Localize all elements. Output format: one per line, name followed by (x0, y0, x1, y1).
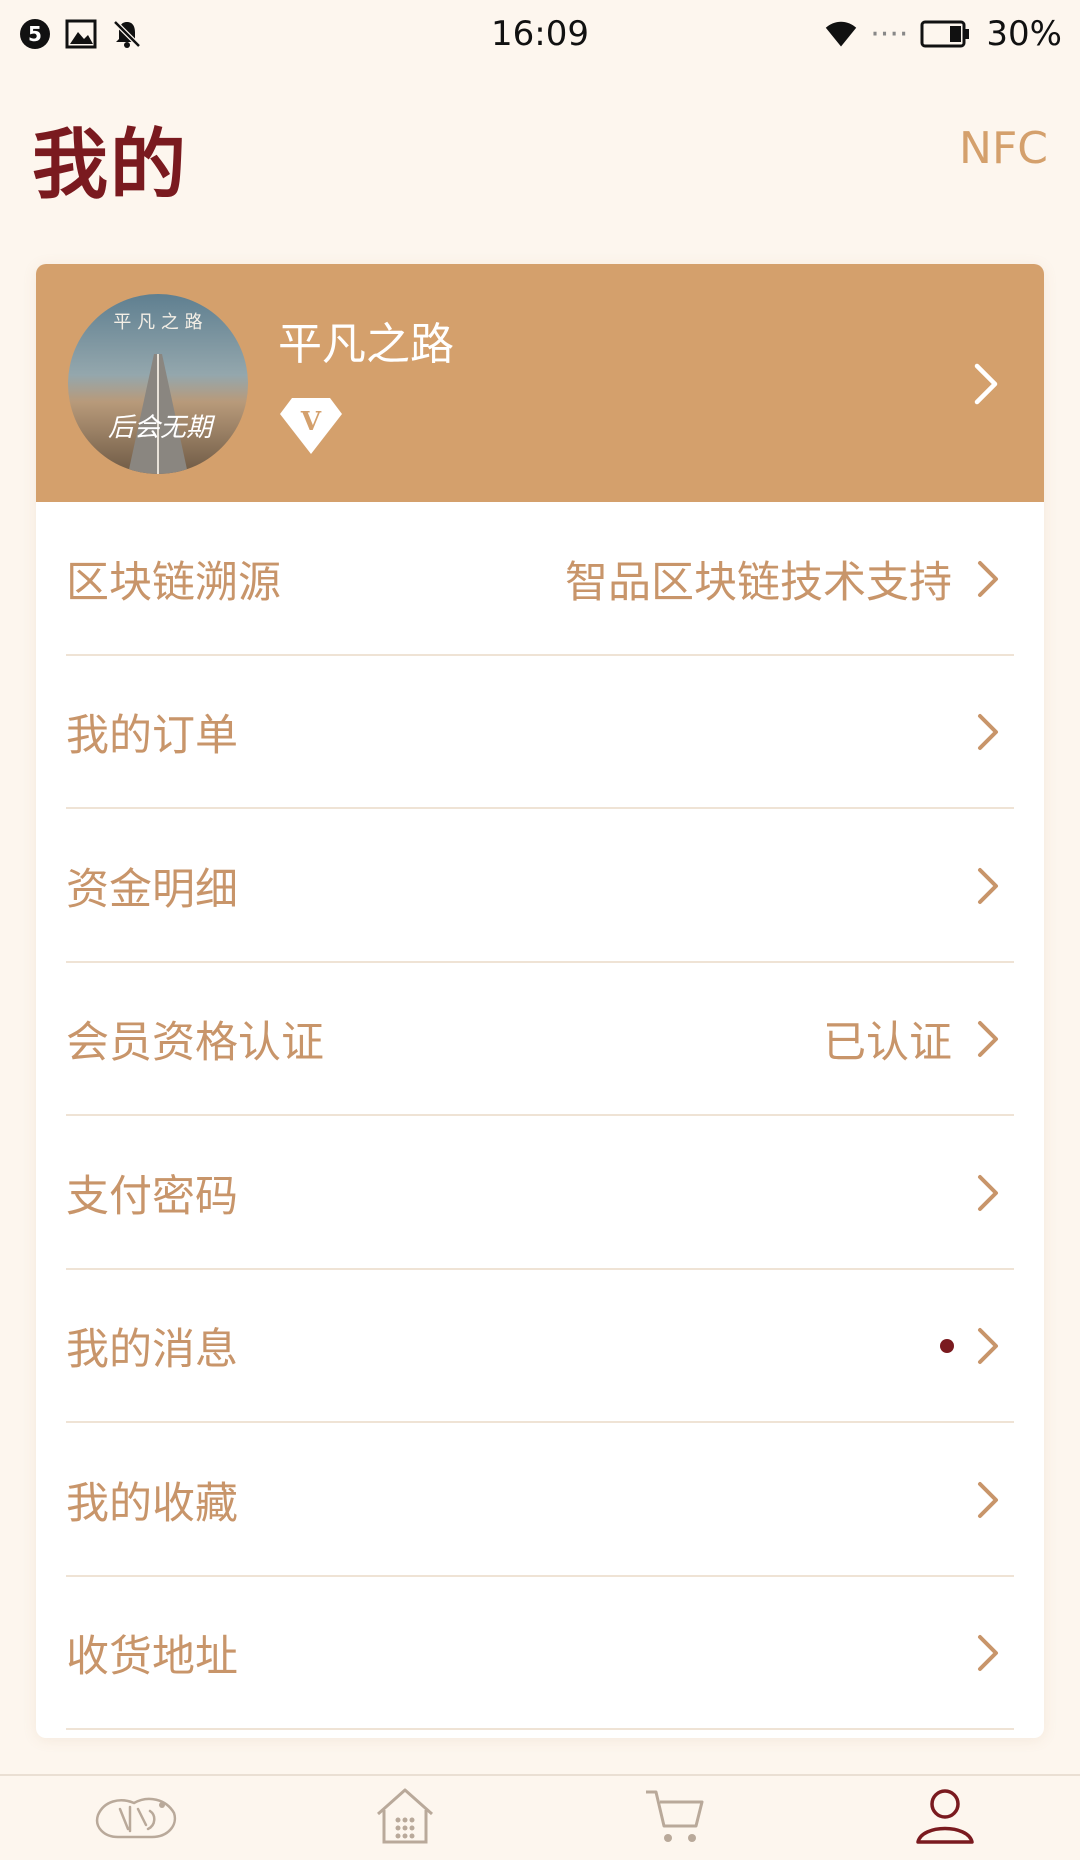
menu-item-label: 我的收藏 (66, 1478, 238, 1529)
notification-count-icon: 5 (18, 17, 52, 51)
signal-dots: ···· (870, 16, 909, 52)
battery-icon (920, 17, 970, 51)
bottom-tab-bar (0, 1774, 1080, 1860)
gallery-icon (64, 17, 98, 51)
menu-item-label: 区块链溯源 (66, 557, 281, 608)
tab-brand[interactable] (75, 1778, 195, 1858)
menu-item-label: 支付密码 (66, 1171, 238, 1222)
unread-dot (940, 1339, 954, 1354)
menu-item-label: 我的订单 (66, 711, 238, 762)
vip-letter: V (300, 407, 322, 437)
avatar: 平 凡 之 路 后会无期 (68, 294, 248, 474)
menu-item-label: 收货地址 (66, 1632, 238, 1683)
menu-item-label: 我的消息 (66, 1325, 238, 1376)
avatar-top-text: 平 凡 之 路 (113, 312, 202, 333)
menu-item-blockchain-trace[interactable]: 区块链溯源 智品区块链技术支持 (36, 502, 1044, 656)
profile-menu-card: 平 凡 之 路 后会无期 平凡之路 V 区块链溯源 智品区块链技术支持 我的订单 (36, 264, 1044, 1738)
home-icon (374, 1786, 436, 1850)
chevron-right-icon (976, 866, 1000, 906)
tab-home[interactable] (345, 1778, 465, 1858)
menu-item-payment-password[interactable]: 支付密码 (36, 1116, 1044, 1270)
nfc-button[interactable]: NFC (959, 123, 1048, 174)
chevron-right-icon (976, 712, 1000, 752)
header: 我的 NFC (0, 95, 1080, 209)
notification-count: 5 (28, 22, 42, 46)
page-title: 我的 (32, 120, 188, 209)
cart-icon (644, 1786, 706, 1850)
status-left: 5 (18, 17, 144, 51)
menu-list: 区块链溯源 智品区块链技术支持 我的订单 资金明细 会员资格认证 已认证 支付密… (36, 502, 1044, 1730)
tab-cart[interactable] (615, 1778, 735, 1858)
chevron-right-icon (976, 1019, 1000, 1059)
chevron-right-icon (976, 559, 1000, 599)
battery-percent: 30% (986, 14, 1062, 54)
menu-item-fund-details[interactable]: 资金明细 (36, 809, 1044, 963)
chevron-right-icon (976, 1173, 1000, 1213)
status-bar: 5 16:09 ···· 30% (0, 0, 1080, 68)
user-icon (914, 1786, 976, 1850)
menu-item-value: 智品区块链技术支持 (565, 557, 952, 608)
status-right: ···· 30% (824, 14, 1062, 54)
profile-name: 平凡之路 (278, 319, 454, 370)
menu-item-label: 会员资格认证 (66, 1018, 324, 1069)
menu-item-shipping-address[interactable]: 收货地址 (36, 1577, 1044, 1731)
wifi-icon (824, 17, 858, 51)
menu-item-value: 已认证 (823, 1018, 952, 1069)
chevron-right-icon (976, 1633, 1000, 1673)
avatar-script-text: 后会无期 (108, 413, 216, 443)
menu-item-my-orders[interactable]: 我的订单 (36, 656, 1044, 810)
menu-item-my-favorites[interactable]: 我的收藏 (36, 1423, 1044, 1577)
tab-profile[interactable] (885, 1778, 1005, 1858)
chevron-right-icon (976, 1326, 1000, 1366)
mute-bell-icon (110, 17, 144, 51)
profile-header[interactable]: 平 凡 之 路 后会无期 平凡之路 V (36, 264, 1044, 502)
menu-item-membership-verification[interactable]: 会员资格认证 已认证 (36, 963, 1044, 1117)
brand-logo-icon (90, 1785, 180, 1851)
chevron-right-icon (972, 362, 1000, 406)
vip-diamond-icon: V (278, 394, 344, 458)
menu-item-label: 资金明细 (66, 864, 238, 915)
menu-item-my-messages[interactable]: 我的消息 (36, 1270, 1044, 1424)
chevron-right-icon (976, 1480, 1000, 1520)
